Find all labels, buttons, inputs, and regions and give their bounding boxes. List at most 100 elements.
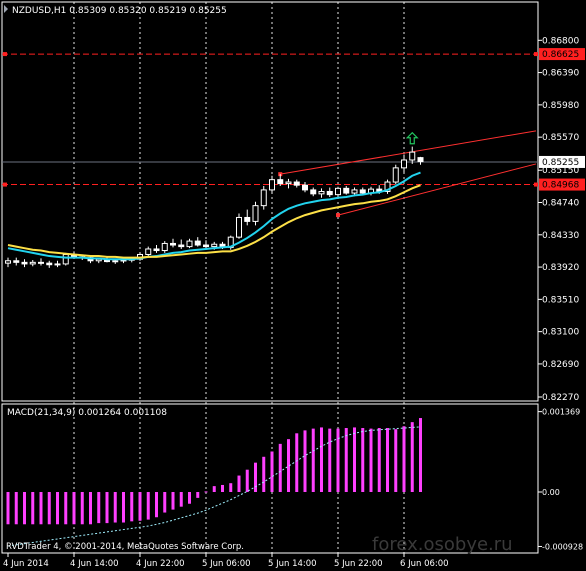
macd-bar [23,492,26,525]
current-price-label: 0.85255 [542,158,579,168]
channel-anchor [336,213,340,218]
y-tick-label: 0.86390 [542,69,579,79]
macd-bar [56,492,59,525]
candle-body [153,248,160,252]
candle-body [186,240,193,248]
candle-body [145,248,152,255]
macd-bar [113,492,117,523]
y-tick-label: 0.83920 [542,263,579,273]
candle-body [62,253,69,265]
candle-body [236,216,242,238]
x-tick-label: 4 Jun 14:00 [70,559,119,569]
candle-body [211,243,218,248]
macd-bar [353,427,356,492]
trading-chart[interactable]: forex.osobye.ru 0.86800 0.86390 0.85980 0.8… [0,0,586,571]
macd-bar [72,492,76,525]
macd-bar [278,443,282,492]
y-tick-label: 0.84740 [542,199,579,209]
candle-body [302,184,308,191]
candle-body [351,189,358,194]
y-tick-label: 0.82690 [542,360,579,370]
x-tick-label: 5 Jun 14:00 [268,559,317,569]
macd-bar [97,492,101,524]
macd-bar [80,492,84,525]
macd-bar [377,428,381,492]
macd-bar [262,456,266,492]
macd-bar [204,491,208,493]
y-tick-label: 0.85980 [542,101,579,111]
macd-bar [212,486,216,492]
macd-bar [237,475,241,492]
candle-body [269,179,275,191]
candle-body [359,189,366,194]
x-tick-label: 4 Jun 2014 [3,559,49,569]
candle-body [178,244,185,248]
x-tick-label: 6 Jun 06:00 [400,559,449,569]
macd-bar [295,433,299,492]
candle-body [194,240,201,246]
candle-body [285,181,292,185]
macd-header: MACD(21,34,9) 0.001264 0.001108 [7,408,167,418]
macd-bar [245,469,249,492]
candle-body [46,262,53,266]
macd-bar [361,428,365,492]
macd-bar [328,428,332,492]
chart-header: NZDUSD,H1 0.85309 0.85320 0.85219 0.8525… [12,6,227,16]
macd-bar [402,426,406,492]
macd-bar [14,492,18,525]
macd-bar [64,492,68,525]
macd-bar [320,427,323,492]
level-anchor-left [3,52,7,57]
x-tick-label: 4 Jun 22:00 [136,559,185,569]
candle-body [417,157,424,163]
candle-body [21,261,28,265]
candle-body [38,261,44,264]
macd-bar [229,483,233,492]
candle-body [343,187,350,194]
level-anchor-left [3,182,7,187]
macd-bar [89,492,92,525]
candle-body [244,216,251,222]
macd-bar [369,428,373,492]
x-tick-label: 5 Jun 06:00 [202,559,251,569]
macd-bar [171,492,175,510]
y-tick-label: 0.84330 [542,231,579,241]
candle-body [170,242,176,246]
macd-bar [6,492,10,525]
level-price-label: 0.84968 [542,181,579,191]
macd-bar [270,451,274,492]
macd-bar [254,462,257,492]
macd-bar [155,492,158,518]
macd-tick-label: 0.00 [542,488,560,497]
candle-body [5,260,11,264]
y-tick-label: 0.82270 [542,393,579,403]
macd-bar [122,492,125,523]
macd-bar [419,418,422,492]
candle-body [29,261,36,265]
macd-bar [146,492,150,520]
macd-bar [179,492,183,507]
y-tick-label: 0.85570 [542,133,579,143]
macd-bar [394,429,398,492]
macd-bar [130,492,134,522]
candle-body [260,189,267,207]
candle-body [112,260,119,263]
y-tick-label: 0.83510 [542,295,579,305]
macd-bar [386,428,389,492]
y-tick-label: 0.86800 [542,36,579,46]
y-tick-label: 0.83100 [542,328,579,338]
macd-bar [410,422,414,492]
macd-bar [188,492,191,504]
macd-bar [196,492,200,498]
macd-tick-label: -0.000928 [542,542,583,551]
macd-bar [138,492,142,521]
candle-body [335,187,341,196]
candle-body [401,159,407,169]
copyright: RVDTrader 4, © 2001-2014, MetaQuotes Sof… [6,542,244,552]
candle-body [293,181,300,186]
level-anchor-right [534,182,538,187]
macd-bar [163,492,167,513]
chart-background [0,0,586,571]
macd-tick-label: 0.001369 [542,408,580,417]
candle-body [13,260,20,263]
